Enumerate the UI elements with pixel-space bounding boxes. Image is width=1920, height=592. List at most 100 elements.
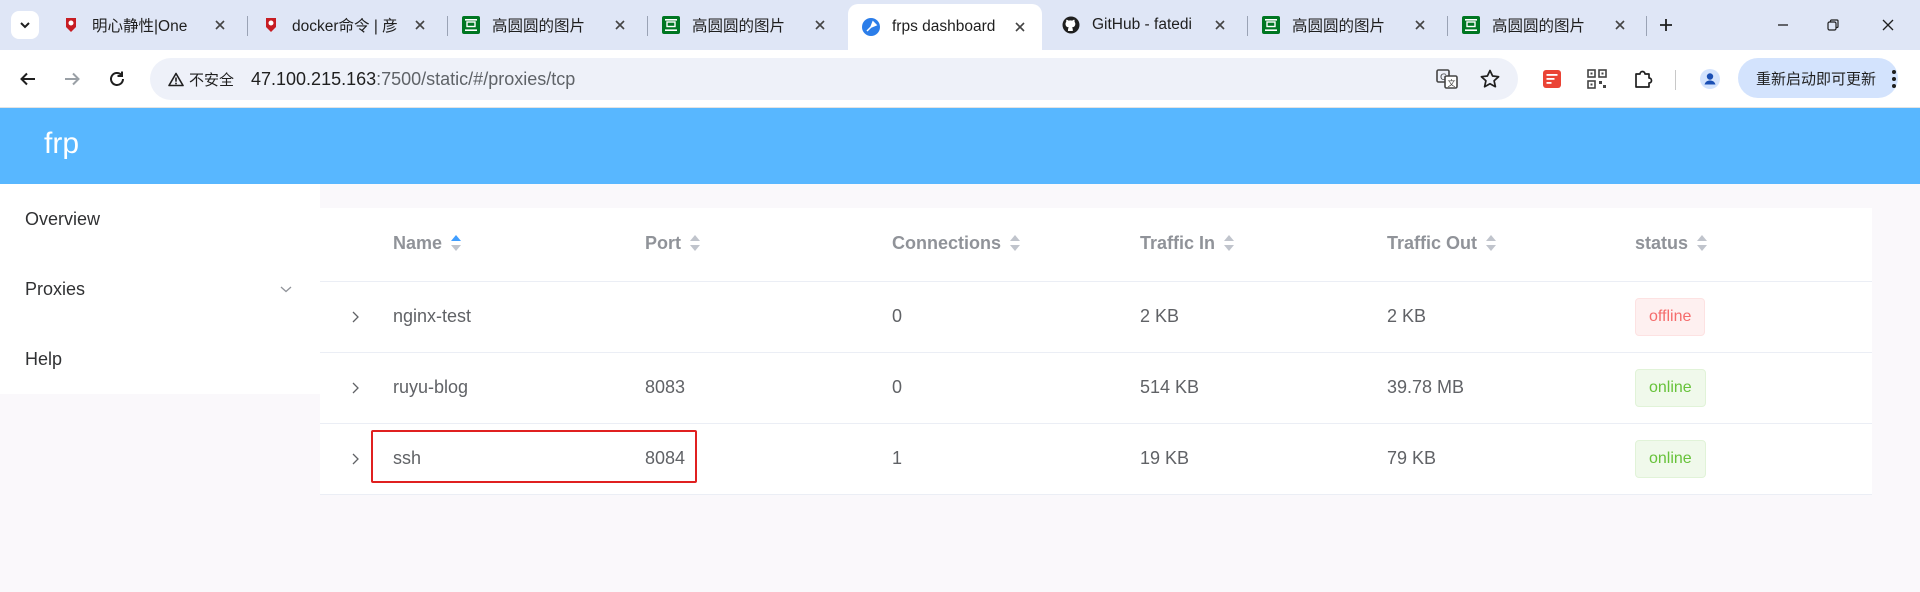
arrow-left-icon	[20, 72, 35, 86]
douban-icon	[1462, 16, 1480, 34]
svg-text:文: 文	[1448, 78, 1456, 88]
chevron-down-icon	[280, 286, 292, 293]
star-icon	[1480, 69, 1500, 88]
cell-traffic-in: 2 KB	[1140, 306, 1180, 326]
sort-icon[interactable]	[1009, 234, 1021, 254]
toolbar-divider	[1675, 70, 1676, 90]
forward-button[interactable]	[57, 64, 87, 94]
frp-icon	[862, 18, 880, 36]
profile-button[interactable]	[1697, 66, 1723, 92]
browser-tab-5-active[interactable]: frps dashboard	[848, 4, 1042, 50]
qr-code-icon	[1587, 69, 1607, 89]
sidebar-item-overview[interactable]: Overview	[0, 184, 320, 254]
browser-tab-2[interactable]: docker命令 | 彦	[248, 6, 442, 44]
sort-icon[interactable]	[1223, 234, 1235, 254]
tab-title: docker命令 | 彦	[292, 18, 398, 35]
close-icon[interactable]	[1410, 15, 1430, 35]
close-icon[interactable]	[410, 15, 430, 35]
browser-tab-3[interactable]: 高圆圆的图片	[448, 6, 642, 44]
expand-row-icon[interactable]	[346, 450, 364, 468]
translate-button[interactable]: G文	[1435, 67, 1459, 91]
tab-title: 高圆圆的图片	[1492, 18, 1586, 35]
close-icon[interactable]	[610, 15, 630, 35]
close-icon[interactable]	[1010, 17, 1030, 37]
address-bar[interactable]: 不安全 47.100.215.163:7500/static/#/proxies…	[150, 58, 1518, 100]
browser-tab-4[interactable]: 高圆圆的图片	[648, 6, 842, 44]
brand-logo[interactable]: frp	[44, 127, 79, 161]
expand-row-icon[interactable]	[346, 308, 364, 326]
column-header-traffic-out[interactable]: Traffic Out	[1387, 233, 1497, 254]
sort-icon[interactable]	[1485, 234, 1497, 254]
cell-connections: 1	[892, 448, 903, 468]
column-header-traffic-in[interactable]: Traffic In	[1140, 233, 1235, 254]
url-text[interactable]: 47.100.215.163:7500/static/#/proxies/tcp	[251, 69, 575, 90]
sort-icon[interactable]	[1696, 234, 1708, 254]
relaunch-update-button[interactable]: 重新启动即可更新	[1738, 58, 1898, 98]
browser-tab-7[interactable]: 高圆圆的图片	[1248, 6, 1442, 44]
tab-title: GitHub - fatedi	[1092, 16, 1192, 33]
cell-connections: 0	[892, 377, 903, 397]
chevron-down-icon	[20, 22, 30, 29]
minimize-button[interactable]	[1769, 11, 1797, 39]
tab-title: 明心静性|One	[92, 18, 188, 35]
restore-icon	[1827, 19, 1839, 31]
arrow-right-icon	[65, 72, 80, 86]
avatar-icon	[1700, 69, 1720, 89]
app-header: frp	[0, 108, 1920, 184]
status-badge: online	[1635, 440, 1706, 478]
cell-connections: 0	[892, 306, 903, 326]
browser-tab-6[interactable]: GitHub - fatedi	[1048, 6, 1242, 44]
extension-button-1[interactable]	[1539, 66, 1565, 92]
restore-button[interactable]	[1819, 11, 1847, 39]
column-header-status[interactable]: status	[1635, 233, 1708, 254]
sidebar-item-label: Help	[25, 348, 63, 369]
extensions-button[interactable]	[1630, 66, 1656, 92]
tab-title: 高圆圆的图片	[692, 18, 786, 35]
extension-button-2[interactable]	[1584, 66, 1610, 92]
bookmark-button[interactable]	[1478, 67, 1502, 91]
update-label: 重新启动即可更新	[1756, 70, 1877, 88]
expand-row-icon[interactable]	[346, 379, 364, 397]
gitee-icon	[62, 16, 80, 34]
back-button[interactable]	[13, 64, 43, 94]
highlight-annotation-box	[371, 430, 697, 483]
tab-title: 高圆圆的图片	[492, 18, 586, 35]
close-icon[interactable]	[810, 15, 830, 35]
table-row[interactable]: ruyu-blog 8083 0 514 KB 39.78 MB online	[320, 353, 1872, 424]
douban-icon	[662, 16, 680, 34]
sort-icon[interactable]	[450, 234, 462, 254]
reload-icon	[110, 71, 124, 86]
reload-button[interactable]	[102, 64, 132, 94]
close-icon[interactable]	[210, 15, 230, 35]
new-tab-button[interactable]	[1652, 11, 1680, 39]
sidebar-item-proxies[interactable]: Proxies	[0, 254, 320, 324]
sidebar-menu: Overview Proxies Help	[0, 184, 320, 394]
table-row[interactable]: nginx-test 0 2 KB 2 KB offline	[320, 282, 1872, 353]
sort-icon[interactable]	[689, 234, 701, 254]
browser-menu-button[interactable]	[1884, 66, 1904, 92]
note-extension-icon	[1543, 70, 1561, 88]
close-icon[interactable]	[1610, 15, 1630, 35]
close-icon[interactable]	[1210, 15, 1230, 35]
tab-search-button[interactable]	[11, 11, 39, 39]
sidebar-item-help[interactable]: Help	[0, 324, 320, 394]
browser-tab-8[interactable]: 高圆圆的图片	[1448, 6, 1642, 44]
site-info-chip[interactable]: 不安全	[160, 66, 242, 92]
status-badge: online	[1635, 369, 1706, 407]
browser-tab-strip: 明心静性|One docker命令 | 彦 高圆圆的图片 高圆圆的图片 frps…	[0, 0, 1920, 50]
browser-tab-1[interactable]: 明心静性|One	[48, 6, 242, 44]
cell-traffic-out: 39.78 MB	[1387, 377, 1465, 397]
window-close-button[interactable]	[1874, 11, 1902, 39]
column-header-name[interactable]: Name	[393, 233, 462, 254]
tab-divider	[1646, 16, 1647, 36]
minimize-icon	[1778, 24, 1788, 26]
column-header-port[interactable]: Port	[645, 233, 701, 254]
url-path: :7500/static/#/proxies/tcp	[376, 69, 576, 89]
cell-traffic-in: 514 KB	[1140, 377, 1200, 397]
column-header-connections[interactable]: Connections	[892, 233, 1021, 254]
translate-icon: G文	[1436, 69, 1458, 89]
cell-name: nginx-test	[393, 306, 472, 326]
douban-icon	[1262, 16, 1280, 34]
cell-traffic-out: 2 KB	[1387, 306, 1427, 326]
puzzle-icon	[1635, 70, 1653, 88]
